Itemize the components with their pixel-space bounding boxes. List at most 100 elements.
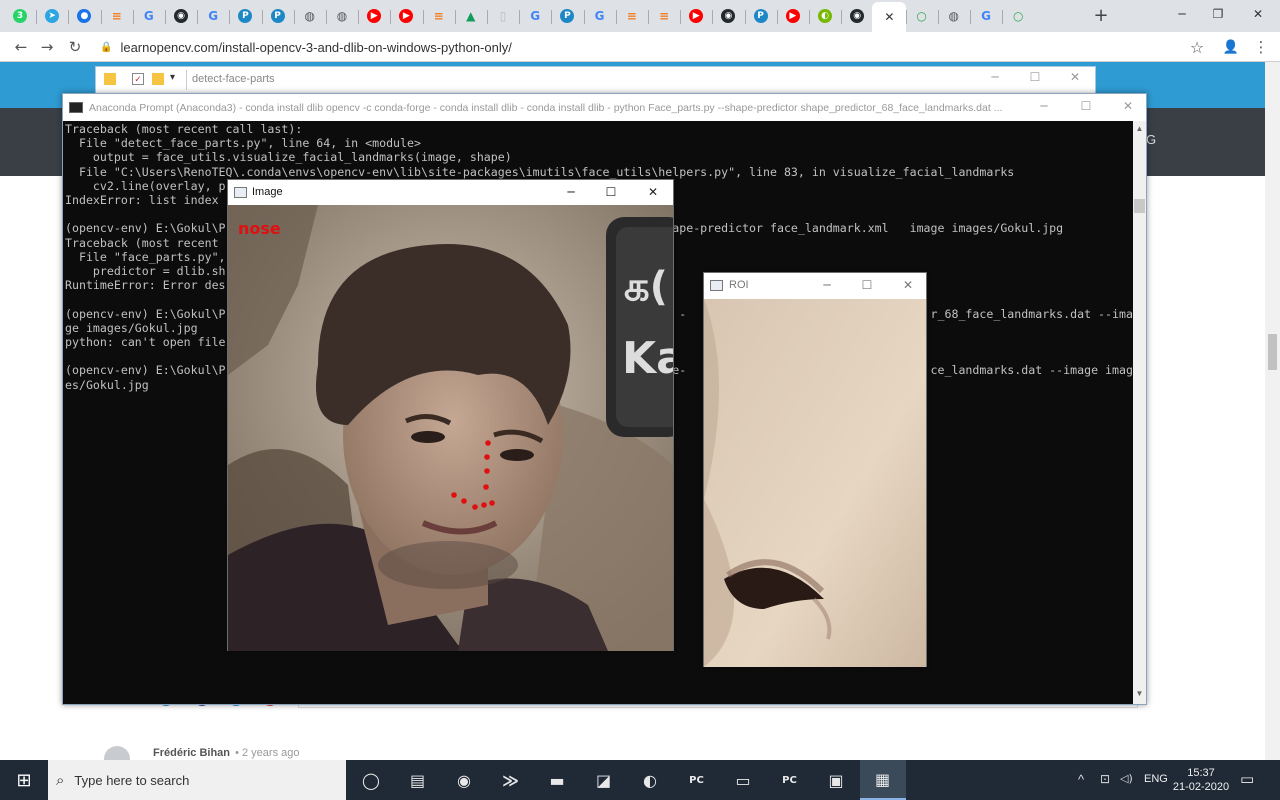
browser-tab[interactable]: P [231, 4, 259, 28]
taskbar-app-button[interactable]: ▭ [720, 760, 766, 800]
active-tab-close-button[interactable]: ✕ [872, 2, 907, 32]
browser-tab[interactable]: ○ [1004, 4, 1032, 28]
volume-icon[interactable]: ◁) [1120, 772, 1133, 785]
google-icon: G [208, 9, 219, 23]
forward-button[interactable]: → [36, 37, 58, 57]
taskbar-app-button[interactable]: ▣ [813, 760, 859, 800]
clock-date: 21-02-2020 [1172, 781, 1230, 793]
console-close-button[interactable]: ✕ [1113, 96, 1143, 116]
roi-maximize-button[interactable]: ☐ [852, 275, 882, 295]
browser-tab[interactable]: ➤ [38, 4, 66, 28]
start-button[interactable]: ⊞ [0, 760, 48, 800]
notification-icon[interactable]: ▭ [1240, 770, 1254, 788]
explorer-maximize-button[interactable]: ☐ [1020, 67, 1050, 87]
comment-author[interactable]: Frédéric Bihan [153, 747, 230, 759]
language-indicator[interactable]: ENG [1144, 773, 1168, 785]
taskbar-search[interactable]: ⌕ Type here to search [48, 760, 346, 800]
browser-tab[interactable]: ● [70, 4, 98, 28]
browser-tab[interactable]: ◐ [811, 4, 839, 28]
tab-separator [422, 10, 424, 24]
whatsapp-icon: 3 [13, 9, 27, 23]
roi-minimize-button[interactable]: ─ [812, 275, 842, 295]
google-icon: G [143, 9, 154, 23]
browser-tab[interactable]: ≡ [425, 4, 453, 28]
taskbar-app-button[interactable]: ▬ [534, 760, 580, 800]
browser-tab[interactable]: G [521, 4, 549, 28]
pycharm-icon: PC [782, 774, 797, 786]
browser-tab[interactable]: G [586, 4, 614, 28]
browser-tab[interactable]: ◉ [843, 4, 871, 28]
browser-tab[interactable]: ≡ [103, 4, 131, 28]
tab-separator [937, 10, 939, 24]
taskbar-app-button[interactable]: PC [767, 760, 813, 800]
console-maximize-button[interactable]: ☐ [1071, 96, 1101, 116]
back-button[interactable]: ← [10, 37, 32, 57]
browser-tab[interactable]: ◍ [328, 4, 356, 28]
browser-tab[interactable]: ▶ [392, 4, 420, 28]
console-titlebar[interactable]: Anaconda Prompt (Anaconda3) - conda inst… [63, 94, 1146, 121]
bookmark-star-button[interactable]: ☆ [1186, 37, 1208, 57]
image-maximize-button[interactable]: ☐ [596, 182, 626, 202]
explorer-close-button[interactable]: ✕ [1060, 67, 1090, 87]
close-browser-button[interactable]: ✕ [1240, 0, 1276, 28]
nose-overlay-label: nose [238, 219, 281, 238]
taskbar-app-button[interactable]: ◐ [627, 760, 673, 800]
taskbar-app-button[interactable]: ▤ [395, 760, 441, 800]
browser-tab[interactable]: P [747, 4, 775, 28]
browser-tab[interactable]: G [135, 4, 163, 28]
account-button[interactable]: 👤 [1220, 37, 1242, 57]
minimize-browser-button[interactable]: ─ [1164, 0, 1200, 28]
youtube-icon: ▶ [785, 9, 800, 23]
python-window-icon: ▦ [874, 769, 891, 789]
browser-tab[interactable]: ≡ [650, 4, 678, 28]
clock[interactable]: 15:37 21-02-2020 [1172, 766, 1230, 794]
tab-separator [68, 10, 70, 24]
browser-tab[interactable]: ◍ [940, 4, 968, 28]
new-tab-button[interactable]: + [1090, 4, 1112, 26]
restore-browser-button[interactable]: ❐ [1200, 0, 1236, 28]
browser-tab[interactable]: ◉ [167, 4, 195, 28]
taskbar-app-button[interactable]: ◉ [441, 760, 487, 800]
scroll-up-icon[interactable]: ▲ [1134, 124, 1145, 133]
browser-tab[interactable]: G [199, 4, 227, 28]
scroll-down-icon[interactable]: ▼ [1134, 689, 1145, 698]
browser-tab[interactable]: P [553, 4, 581, 28]
browser-tab[interactable]: ≡ [618, 4, 646, 28]
console-line: File "C:\Users\RenoTEQ\.conda\envs\openc… [65, 164, 1015, 179]
paint-icon: ◐ [643, 770, 657, 790]
browser-tab[interactable]: ▯ [489, 4, 517, 28]
console-scrollbar[interactable]: ▲ ▼ [1133, 121, 1146, 704]
console-minimize-button[interactable]: ─ [1029, 96, 1059, 116]
browser-tab[interactable]: G [972, 4, 1000, 28]
scrollbar-thumb[interactable] [1268, 334, 1277, 370]
console-scroll-thumb[interactable] [1134, 199, 1145, 213]
browser-menu-button[interactable]: ⋮ [1250, 37, 1272, 57]
tab-separator [454, 10, 456, 24]
browser-tab[interactable]: 3 [6, 4, 34, 28]
browser-tab[interactable]: ◍ [296, 4, 324, 28]
explorer-window: ✓ ▾ detect-face-parts ─ ☐ ✕ [95, 66, 1096, 94]
roi-close-button[interactable]: ✕ [893, 275, 923, 295]
browser-tab[interactable]: ▶ [779, 4, 807, 28]
taskbar-app-button[interactable]: ◯ [348, 760, 394, 800]
taskbar-app-button[interactable]: ▦ [859, 760, 906, 800]
taskbar-app-button[interactable]: ≫ [488, 760, 534, 800]
dropdown-icon[interactable]: ▾ [170, 72, 175, 83]
image-close-button[interactable]: ✕ [638, 182, 668, 202]
browser-tab[interactable]: ○ [908, 4, 936, 28]
taskbar-app-button[interactable]: ◪ [581, 760, 627, 800]
account-icon: 👤 [1222, 39, 1240, 55]
browser-tab[interactable]: ▶ [682, 4, 710, 28]
network-icon[interactable]: ⊡ [1100, 772, 1110, 786]
reload-button[interactable]: ↻ [64, 37, 86, 57]
browser-tab[interactable]: ▲ [457, 4, 485, 28]
url-bar[interactable]: 🔒 learnopencv.com/install-opencv-3-and-d… [96, 36, 1216, 58]
browser-tab[interactable]: ◉ [714, 4, 742, 28]
browser-tab[interactable]: P [264, 4, 292, 28]
page-scrollbar[interactable] [1265, 62, 1280, 760]
browser-tab[interactable]: ▶ [360, 4, 388, 28]
taskbar-app-button[interactable]: PC [674, 760, 720, 800]
explorer-minimize-button[interactable]: ─ [980, 67, 1010, 87]
tray-chevron-icon[interactable]: ^ [1078, 772, 1084, 787]
image-minimize-button[interactable]: ─ [556, 182, 586, 202]
